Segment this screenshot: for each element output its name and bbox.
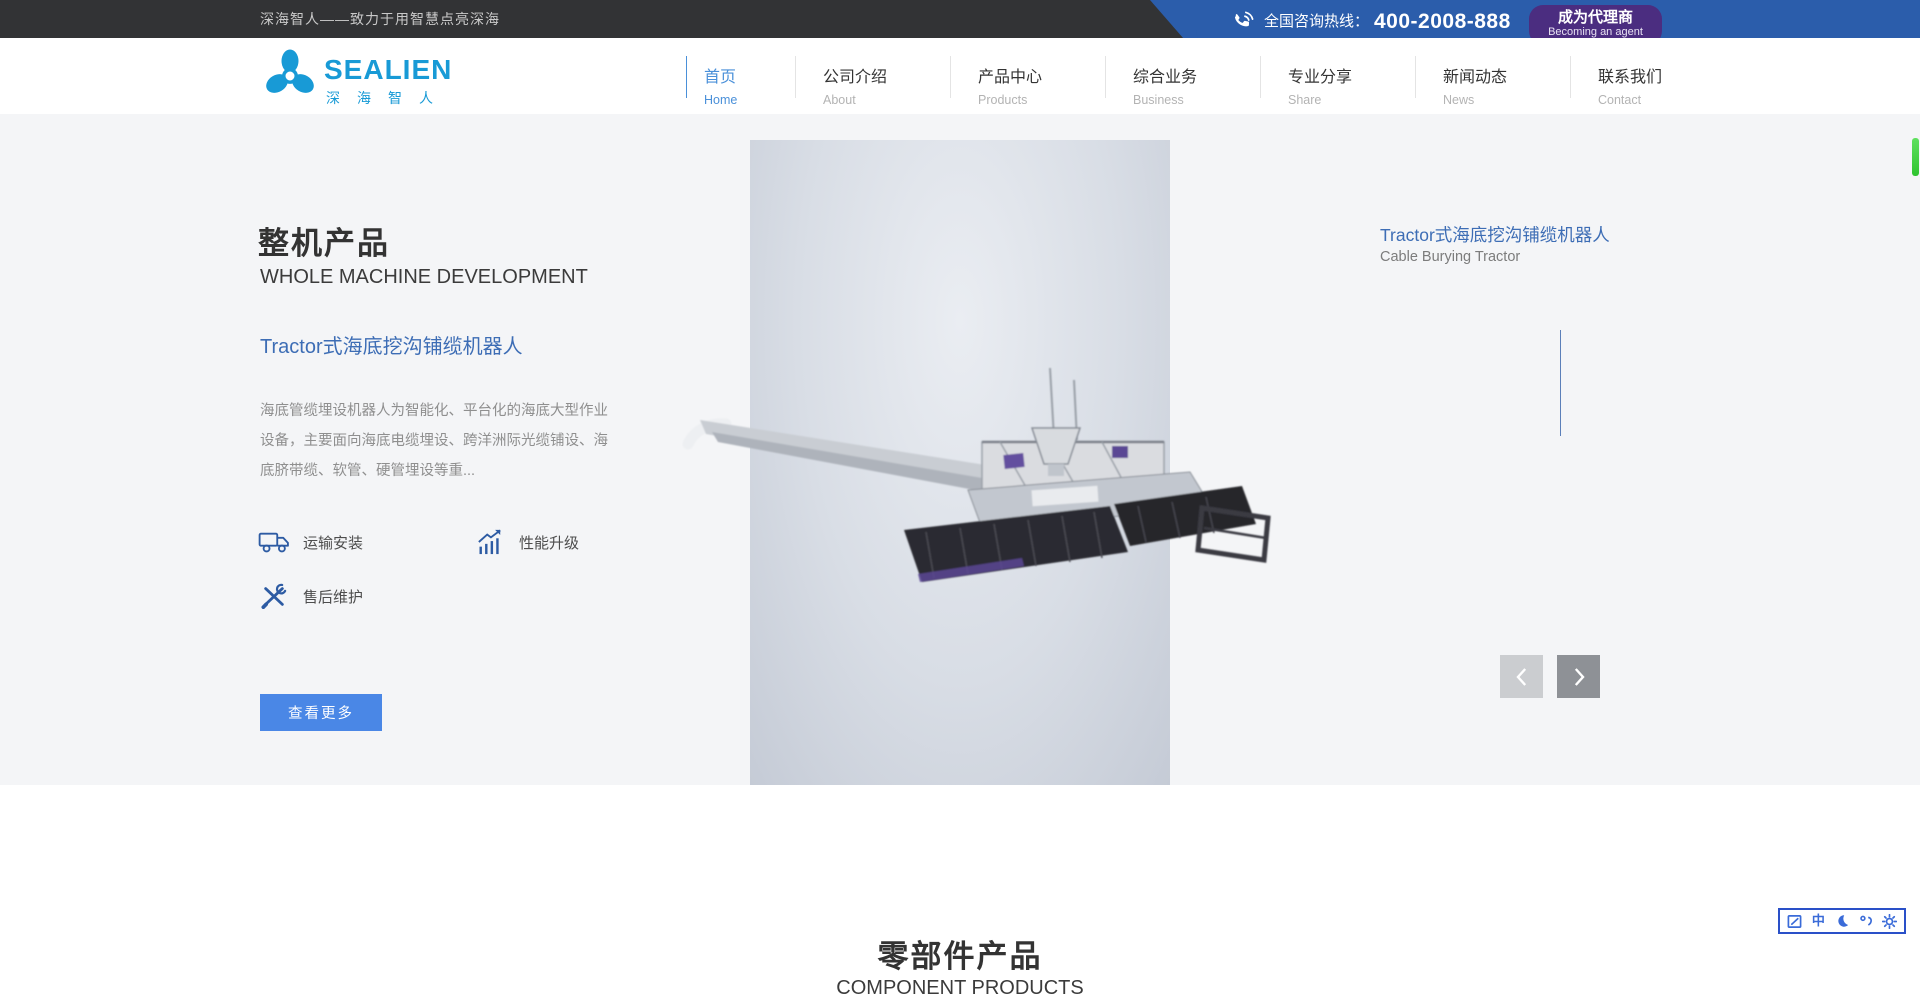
chevron-left-icon [1514, 666, 1530, 688]
site-header: SEALIEN 深海智人 首页 Home 公司介绍 About 产品中心 Pro… [0, 38, 1920, 114]
nav-item-home[interactable]: 首页 Home [686, 38, 795, 114]
slide-caption-title[interactable]: Tractor式海底挖沟铺缆机器人 [1380, 222, 1610, 247]
moon-icon[interactable] [1834, 913, 1850, 929]
product-render [682, 330, 1272, 600]
feature-label: 售后维护 [303, 586, 363, 607]
main-nav: 首页 Home 公司介绍 About 产品中心 Products 综合业务 Bu… [686, 38, 1725, 114]
widget-toolbar: 中 [1778, 908, 1906, 934]
nav-label-zh: 首页 [704, 68, 795, 87]
nav-label-en: Products [978, 93, 1105, 107]
nav-item-news[interactable]: 新闻动态 News [1415, 38, 1570, 114]
nav-label-zh: 产品中心 [978, 68, 1105, 87]
feature-label: 运输安装 [303, 532, 363, 553]
gear-icon[interactable] [1881, 913, 1897, 929]
sealien-homepage: 深海智人——致力于用智慧点亮深海 全国咨询热线： 400-2008-888 成为… [0, 0, 1920, 1000]
components-section: 零部件产品 COMPONENT PRODUCTS [0, 785, 1920, 1000]
scrollbar-thumb[interactable] [1912, 138, 1919, 176]
nav-item-business[interactable]: 综合业务 Business [1105, 38, 1260, 114]
nav-item-about[interactable]: 公司介绍 About [795, 38, 950, 114]
tools-icon [258, 582, 290, 610]
topbar-slogan: 深海智人——致力于用智慧点亮深海 [260, 0, 500, 38]
nav-label-en: Home [704, 93, 795, 107]
form-icon[interactable] [1787, 913, 1803, 929]
become-agent-label-zh: 成为代理商 [1529, 9, 1662, 26]
section-title-zh: 整机产品 [258, 218, 390, 263]
logo-name: SEALIEN [324, 54, 452, 86]
nav-label-zh: 综合业务 [1133, 68, 1260, 87]
carousel-next-button[interactable] [1557, 655, 1600, 698]
chart-up-icon [474, 528, 506, 556]
product-title[interactable]: Tractor式海底挖沟铺缆机器人 [260, 330, 523, 359]
section-title-en: WHOLE MACHINE DEVELOPMENT [260, 266, 588, 289]
nav-label-zh: 公司介绍 [823, 68, 950, 87]
nav-item-share[interactable]: 专业分享 Share [1260, 38, 1415, 114]
nav-label-zh: 专业分享 [1288, 68, 1415, 87]
components-title-zh: 零部件产品 [0, 931, 1920, 976]
feature-list: 运输安装 性能升级 [258, 528, 688, 610]
caption-divider-line [1560, 330, 1561, 436]
hero-section: 整机产品 WHOLE MACHINE DEVELOPMENT Tractor式海… [0, 114, 1920, 785]
nav-label-en: Contact [1598, 93, 1725, 107]
phone-icon [1230, 10, 1255, 35]
nav-label-zh: 联系我们 [1598, 68, 1725, 87]
nav-label-en: About [823, 93, 950, 107]
translate-glyph: 中 [1812, 913, 1825, 929]
nav-label-en: Share [1288, 93, 1415, 107]
feature-maintenance: 售后维护 [258, 582, 474, 610]
nav-item-contact[interactable]: 联系我们 Contact [1570, 38, 1725, 114]
product-description: 海底管缆埋设机器人为智能化、平台化的海底大型作业设备，主要面向海底电缆埋设、跨洋… [260, 396, 620, 486]
chevron-right-icon [1571, 666, 1587, 688]
feature-performance: 性能升级 [474, 528, 688, 556]
feature-label: 性能升级 [519, 532, 579, 553]
propeller-logo-icon [266, 48, 314, 102]
truck-icon [258, 528, 290, 556]
view-more-button[interactable]: 查看更多 [260, 694, 382, 731]
nav-label-zh: 新闻动态 [1443, 68, 1570, 87]
nav-label-en: News [1443, 93, 1570, 107]
slide-caption-subtitle: Cable Burying Tractor [1380, 249, 1520, 265]
translate-icon[interactable]: 中 [1810, 913, 1826, 929]
logo-subtitle: 深海智人 [326, 88, 450, 108]
components-title-en: COMPONENT PRODUCTS [0, 977, 1920, 1000]
voice-icon[interactable] [1858, 913, 1874, 929]
carousel-prev-button[interactable] [1500, 655, 1543, 698]
logo[interactable]: SEALIEN 深海智人 [266, 46, 466, 106]
nav-label-en: Business [1133, 93, 1260, 107]
feature-transport: 运输安装 [258, 528, 474, 556]
nav-item-products[interactable]: 产品中心 Products [950, 38, 1105, 114]
